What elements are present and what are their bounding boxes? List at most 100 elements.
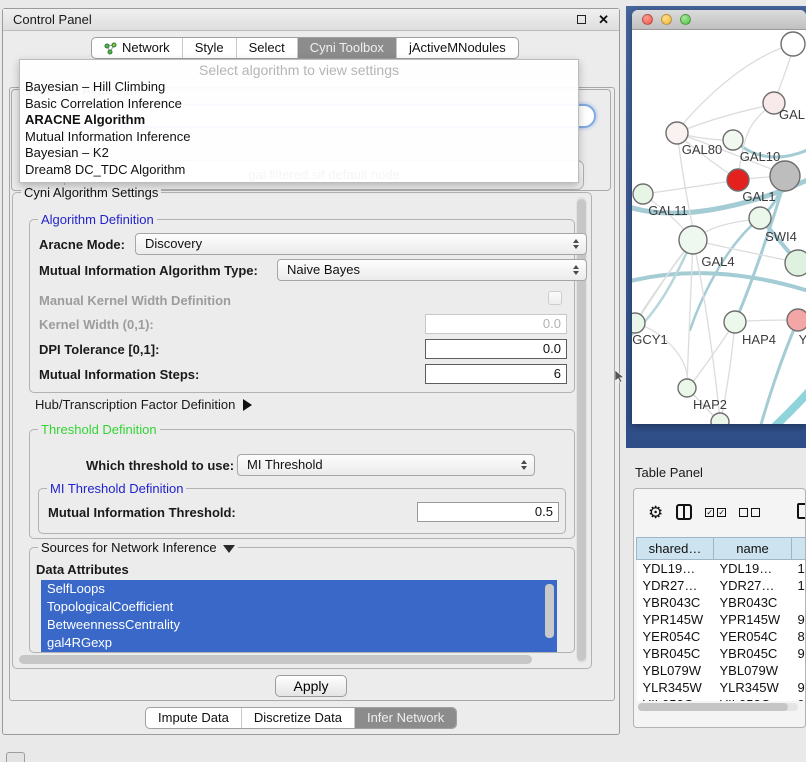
manual-kernel-width-checkbox[interactable] <box>548 291 562 305</box>
zoom-traffic-light[interactable] <box>680 14 691 25</box>
close-icon[interactable]: ✕ <box>598 15 609 25</box>
algorithm-option[interactable]: Basic Correlation Inference <box>20 96 578 113</box>
kernel-width-field[interactable]: 0.0 <box>425 314 567 334</box>
which-threshold-combobox[interactable]: MI Threshold <box>237 454 535 476</box>
table-row[interactable]: YDR27…YDR27…12 <box>637 577 806 594</box>
algorithm-definition-group: Algorithm Definition Aracne Mode: Discov… <box>29 219 575 393</box>
node-label: HAP4 <box>742 332 776 347</box>
table-row[interactable]: YLR345WYLR345W9. <box>637 679 806 696</box>
expand-arrow-icon[interactable] <box>243 399 252 411</box>
column-header[interactable]: A <box>792 538 806 560</box>
network-node-y[interactable] <box>787 309 806 331</box>
document-icon[interactable] <box>797 503 806 519</box>
table-cell: YBL079W <box>714 662 792 679</box>
algorithm-dropdown-placeholder[interactable]: Select algorithm to view settings <box>20 62 578 79</box>
table-row[interactable]: YER054CYER054C8. <box>637 628 806 645</box>
table-cell: YLR345W <box>714 679 792 696</box>
gear-icon[interactable]: ⚙ <box>648 504 663 521</box>
tab-select[interactable]: Select <box>236 38 297 58</box>
tab-discretize-data[interactable]: Discretize Data <box>241 708 354 728</box>
attribute-item[interactable]: SelfLoops <box>41 580 557 598</box>
network-node-gal4[interactable] <box>679 226 707 254</box>
tab-label: Infer Network <box>367 707 444 729</box>
network-canvas[interactable]: GALGAL80GAL10GAL1GAL11SWI4GAL4GCY1HAP4YH… <box>632 30 806 424</box>
algorithm-option[interactable]: Bayesian – K2 <box>20 145 578 162</box>
columns-icon[interactable] <box>676 504 692 520</box>
data-attributes-list[interactable]: SelfLoopsTopologicalCoefficientBetweenne… <box>41 580 557 652</box>
hub-definition-section[interactable]: Hub/Transcription Factor Definition <box>35 397 252 412</box>
table-cell: YBR043C <box>637 594 714 611</box>
attributes-list-scrollbar[interactable] <box>545 584 554 638</box>
minimize-traffic-light[interactable] <box>661 14 672 25</box>
select-all-checks-icon[interactable]: ✓✓ <box>705 508 726 517</box>
network-icon <box>104 42 117 55</box>
network-node-gal1[interactable] <box>727 169 749 191</box>
which-threshold-value: MI Threshold <box>247 457 323 472</box>
column-header[interactable]: name <box>714 538 792 560</box>
mi-steps-label: Mutual Information Steps: <box>39 367 199 382</box>
algorithm-option[interactable]: Mutual Information Inference <box>20 129 578 146</box>
network-node-gal10[interactable] <box>723 130 743 150</box>
table-cell: YER054C <box>637 628 714 645</box>
mi-steps-field[interactable]: 6 <box>425 364 567 384</box>
mi-threshold-definition-group: MI Threshold Definition Mutual Informati… <box>38 488 566 534</box>
table-horizontal-scrollbar[interactable] <box>638 703 798 711</box>
data-attributes-label: Data Attributes <box>36 562 129 577</box>
mi-threshold-label: Mutual Information Threshold: <box>48 505 236 520</box>
table-row[interactable]: YDL19…YDL19…13 <box>637 560 806 578</box>
table-cell: YBR045C <box>637 645 714 662</box>
table-cell <box>792 594 806 611</box>
dpi-tolerance-label: DPI Tolerance [0,1]: <box>39 342 159 357</box>
column-header[interactable]: shared… <box>637 538 714 560</box>
tab-network[interactable]: Network <box>92 38 182 58</box>
network-node-gcy1[interactable] <box>632 313 645 333</box>
tab-jactivemnodules[interactable]: jActiveMNodules <box>396 38 518 58</box>
screen: Control Panel ✕ NetworkStyleSelectCyni T… <box>0 0 806 762</box>
network-node[interactable] <box>770 161 800 191</box>
network-node[interactable] <box>785 250 806 276</box>
attribute-item[interactable]: gal4RGexp <box>41 634 557 652</box>
attribute-item[interactable]: TopologicalCoefficient <box>41 598 557 616</box>
deselect-all-checks-icon[interactable] <box>739 508 760 517</box>
tab-label: Discretize Data <box>254 707 342 729</box>
sources-group-title[interactable]: Sources for Network Inference <box>38 540 238 555</box>
close-traffic-light[interactable] <box>642 14 653 25</box>
tab-label: jActiveMNodules <box>409 37 506 59</box>
control-panel-tabbar: NetworkStyleSelectCyni Toolbox jActiveMNo… <box>91 37 519 59</box>
network-node-gal80[interactable] <box>666 122 688 144</box>
float-window-icon[interactable] <box>577 15 586 24</box>
aracne-mode-combobox[interactable]: Discovery <box>135 233 587 255</box>
network-node-swi4[interactable] <box>749 207 771 229</box>
network-view-window: GALGAL80GAL10GAL1GAL11SWI4GAL4GCY1HAP4YH… <box>632 10 806 424</box>
algorithm-option[interactable]: Bayesian – Hill Climbing <box>20 79 578 96</box>
network-node-gal11[interactable] <box>633 184 653 204</box>
apply-button[interactable]: Apply <box>275 675 347 697</box>
table-row[interactable]: YBR043CYBR043C <box>637 594 806 611</box>
mi-algorithm-type-combobox[interactable]: Naive Bayes <box>277 259 587 281</box>
algorithm-option[interactable]: ARACNE Algorithm <box>20 112 578 129</box>
node-label: HAP2 <box>693 397 727 412</box>
tab-cyni-toolbox[interactable]: Cyni Toolbox <box>297 38 396 58</box>
tab-impute-data[interactable]: Impute Data <box>146 708 241 728</box>
algorithm-definition-title: Algorithm Definition <box>38 212 157 227</box>
table-row[interactable]: YBL079WYBL079W <box>637 662 806 679</box>
dpi-tolerance-field[interactable]: 0.0 <box>425 339 567 359</box>
control-panel-title: Control Panel <box>13 12 92 27</box>
tab-infer-network[interactable]: Infer Network <box>354 708 456 728</box>
algorithm-option[interactable]: Dream8 DC_TDC Algorithm <box>20 162 578 179</box>
attribute-item[interactable]: BetweennessCentrality <box>41 616 557 634</box>
mi-threshold-field[interactable]: 0.5 <box>417 502 559 522</box>
table-row[interactable]: YPR145WYPR145W9. <box>637 611 806 628</box>
aracne-mode-label: Aracne Mode: <box>39 237 125 252</box>
table-row[interactable]: YIL052CYIL052C9. <box>637 696 806 701</box>
tab-style[interactable]: Style <box>182 38 236 58</box>
network-node[interactable] <box>711 413 729 424</box>
collapse-arrow-icon[interactable] <box>223 545 235 553</box>
table-row[interactable]: YBR045CYBR045C9. <box>637 645 806 662</box>
network-node-hap2[interactable] <box>678 379 696 397</box>
network-node[interactable] <box>781 32 805 56</box>
settings-horizontal-scrollbar[interactable] <box>19 655 577 664</box>
network-node-hap4[interactable] <box>724 311 746 333</box>
mi-algorithm-type-label: Mutual Information Algorithm Type: <box>39 263 258 278</box>
corner-button[interactable] <box>6 752 25 762</box>
